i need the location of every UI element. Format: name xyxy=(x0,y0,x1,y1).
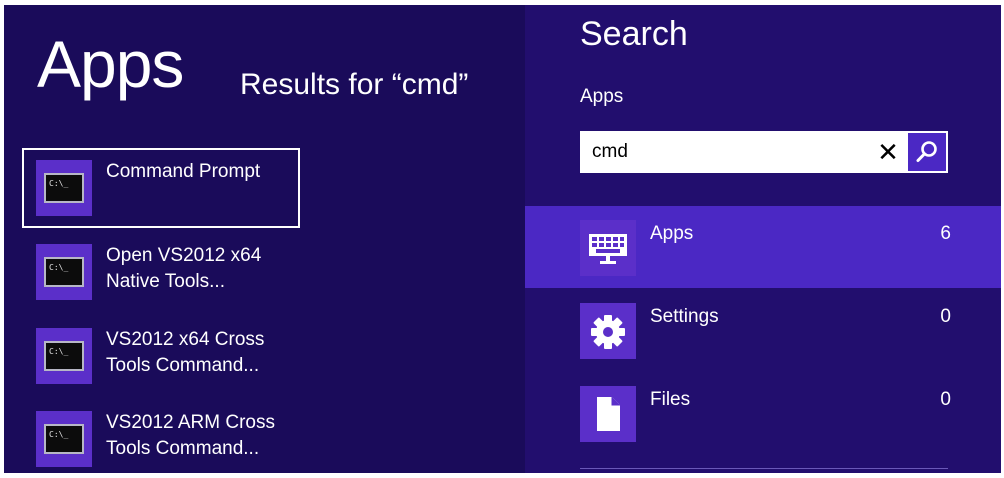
search-category-settings[interactable]: Settings 0 xyxy=(525,289,1001,371)
category-label: Apps xyxy=(650,223,694,244)
result-subtitle: Native Tools... xyxy=(106,271,225,292)
command-prompt-icon: C:\_ xyxy=(36,411,92,467)
result-item-open-vs2012-x64[interactable]: C:\_ Open VS2012 x64 Native Tools... xyxy=(22,232,300,312)
apps-keyboard-icon xyxy=(580,220,636,276)
command-prompt-icon: C:\_ xyxy=(36,160,92,216)
settings-gear-icon xyxy=(580,303,636,359)
result-item-command-prompt[interactable]: C:\_ Command Prompt xyxy=(22,148,300,228)
result-title: VS2012 ARM Cross xyxy=(106,412,275,433)
result-label: Open VS2012 x64 Native Tools... xyxy=(106,243,296,295)
result-subtitle: Tools Command... xyxy=(106,438,260,459)
page-title: Apps xyxy=(37,27,184,101)
category-label: Files xyxy=(650,389,691,410)
command-prompt-icon: C:\_ xyxy=(36,328,92,384)
result-label: VS2012 x64 Cross Tools Command... xyxy=(106,327,296,379)
result-item-vs2012-arm-cross[interactable]: C:\_ VS2012 ARM Cross Tools Command... xyxy=(22,399,300,473)
category-count: 6 xyxy=(940,223,951,244)
divider xyxy=(580,468,948,469)
command-prompt-icon: C:\_ xyxy=(36,244,92,300)
search-charm: Search Apps ✕ xyxy=(525,5,1001,473)
clear-search-button[interactable]: ✕ xyxy=(874,137,902,167)
results-pane: Apps Results for “cmd” C:\_ Command Prom… xyxy=(4,5,525,473)
result-subtitle: Tools Command... xyxy=(106,355,260,376)
results-for-label: Results for “cmd” xyxy=(240,68,469,101)
result-title: VS2012 x64 Cross xyxy=(106,329,265,350)
files-document-icon xyxy=(580,386,636,442)
category-count: 0 xyxy=(940,306,951,327)
search-icon xyxy=(916,141,937,162)
search-category-files[interactable]: Files 0 xyxy=(525,372,1001,454)
start-screen-search: Apps Results for “cmd” C:\_ Command Prom… xyxy=(4,5,1001,473)
result-title: Command Prompt xyxy=(106,161,261,182)
search-box: ✕ xyxy=(580,131,948,173)
search-category-apps[interactable]: Apps 6 xyxy=(525,206,1001,288)
search-button[interactable] xyxy=(908,133,946,171)
result-label: VS2012 ARM Cross Tools Command... xyxy=(106,410,296,462)
result-title: Open VS2012 x64 xyxy=(106,245,262,266)
category-label: Settings xyxy=(650,306,719,327)
search-scope-label: Apps xyxy=(580,86,624,107)
category-count: 0 xyxy=(940,389,951,410)
result-label: Command Prompt xyxy=(106,159,296,185)
search-input[interactable] xyxy=(580,131,880,173)
result-item-vs2012-x64-cross[interactable]: C:\_ VS2012 x64 Cross Tools Command... xyxy=(22,316,300,396)
search-title: Search xyxy=(580,15,688,53)
